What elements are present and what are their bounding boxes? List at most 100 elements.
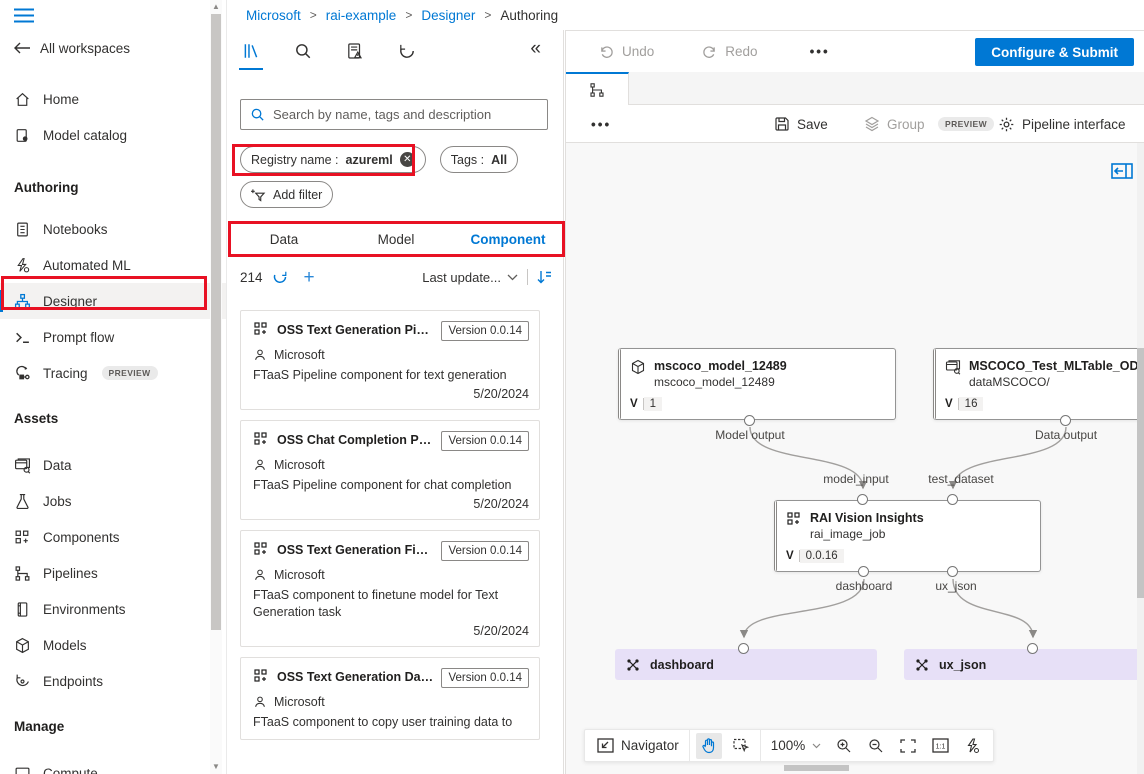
zoom-out-icon[interactable] [863, 733, 889, 759]
search-input[interactable] [273, 107, 538, 122]
sidebar-scrollbar-thumb[interactable] [211, 14, 221, 630]
sidebar-item-pipelines[interactable]: Pipelines [0, 555, 226, 591]
fit-to-screen-icon[interactable] [895, 733, 921, 759]
node-mscoco-dataset[interactable]: MSCOCO_Test_MLTable_OD18 dataMSCOCO/ V16 [933, 348, 1144, 420]
sidebar-item-endpoints[interactable]: Endpoints [0, 663, 226, 699]
breadcrumb-separator: > [405, 8, 412, 22]
search-tab-icon[interactable] [290, 38, 316, 64]
all-workspaces-back[interactable]: All workspaces [0, 34, 226, 62]
dashboard-input-port[interactable] [738, 643, 749, 654]
tracing-preview-badge: PREVIEW [102, 366, 158, 380]
asset-library-tab-icon[interactable] [238, 38, 264, 64]
breadcrumb-microsoft[interactable]: Microsoft [246, 8, 301, 23]
jobs-icon [14, 493, 31, 510]
canvas-hscrollbar-thumb[interactable] [784, 765, 849, 771]
refresh-panel-icon[interactable] [394, 38, 420, 64]
version-chip[interactable]: Version 0.0.14 [441, 541, 529, 561]
chevron-down-icon[interactable] [507, 274, 518, 281]
sidebar-item-models[interactable]: Models [0, 627, 226, 663]
node-mscoco-model[interactable]: mscoco_model_12489 mscoco_model_12489 V1 [618, 348, 896, 420]
group-layers-icon [864, 116, 880, 132]
port-label-model-input: model_input [823, 472, 888, 486]
version-chip[interactable]: Version 0.0.14 [441, 668, 529, 688]
zoom-level-dropdown[interactable]: 100% [767, 738, 826, 753]
sidebar-item-data[interactable]: Data [0, 447, 226, 483]
sidebar-item-components[interactable]: Components [0, 519, 226, 555]
pipeline-interface-button[interactable]: Pipeline interface [998, 105, 1126, 143]
person-icon [253, 348, 267, 362]
component-card[interactable]: OSS Chat Completion Pipeline Version 0.0… [240, 420, 540, 520]
auto-layout-icon[interactable] [959, 733, 985, 759]
scroll-up-icon[interactable]: ▲ [210, 0, 222, 14]
tab-model[interactable]: Model [340, 222, 452, 256]
configure-submit-button[interactable]: Configure & Submit [975, 38, 1134, 66]
rai-input-port-model[interactable] [857, 494, 868, 505]
graph-more-icon[interactable]: ••• [591, 105, 611, 143]
collapse-panel-icon[interactable]: « [530, 38, 541, 60]
filter-chip-registry[interactable]: Registry name :azureml ✕ [240, 146, 426, 173]
sidebar-item-designer[interactable]: Designer [0, 283, 226, 319]
rai-input-port-dataset[interactable] [947, 494, 958, 505]
breadcrumb: Microsoft > rai-example > Designer > Aut… [228, 0, 1144, 30]
sidebar-item-jobs[interactable]: Jobs [0, 483, 226, 519]
sort-order-icon[interactable] [537, 270, 552, 284]
filter-chip-tags[interactable]: Tags :All [440, 146, 518, 173]
sidebar-item-environments[interactable]: Environments [0, 591, 226, 627]
person-icon [253, 458, 267, 472]
node-rai-vision-insights[interactable]: RAI Vision Insights rai_image_job V0.0.1… [774, 500, 1041, 572]
notebooks-icon [14, 221, 31, 238]
sidebar-item-compute[interactable]: Compute [0, 755, 226, 774]
breadcrumb-designer[interactable]: Designer [421, 8, 475, 23]
sidebar-item-model-catalog[interactable]: Model catalog [0, 117, 226, 153]
pipeline-tab[interactable] [566, 72, 629, 105]
pipeline-tab-strip [566, 72, 1144, 105]
version-chip[interactable]: Version 0.0.14 [441, 431, 529, 451]
tab-component[interactable]: Component [452, 222, 564, 256]
uxjson-input-port[interactable] [1027, 643, 1038, 654]
add-component-icon[interactable]: + [304, 268, 315, 287]
canvas-vscrollbar-thumb[interactable] [1137, 348, 1144, 598]
scroll-down-icon[interactable]: ▼ [210, 760, 222, 774]
components-icon [14, 529, 31, 546]
sidebar-item-tracing[interactable]: Tracing PREVIEW [0, 355, 226, 391]
save-icon [774, 116, 790, 132]
more-commands-icon[interactable]: ••• [810, 44, 830, 59]
rai-output-port-dashboard[interactable] [858, 566, 869, 577]
output-node-dashboard[interactable]: dashboard [615, 649, 877, 680]
validation-tab-icon[interactable] [342, 38, 368, 64]
group-button[interactable]: Group [864, 105, 925, 143]
add-filter-button[interactable]: Add filter [240, 181, 333, 208]
undo-button[interactable]: Undo [599, 44, 654, 59]
component-card[interactable]: OSS Text Generation Pipeline Version 0.0… [240, 310, 540, 410]
version-chip[interactable]: Version 0.0.14 [441, 321, 529, 341]
redo-button[interactable]: Redo [702, 44, 757, 59]
hamburger-menu-icon[interactable] [0, 0, 226, 30]
navigator-button[interactable]: Navigator [593, 738, 683, 753]
actual-size-icon[interactable]: 1:1 [927, 733, 953, 759]
component-card[interactable]: OSS Text Generation Finetune Version 0.0… [240, 530, 540, 647]
save-button[interactable]: Save [774, 105, 828, 143]
sidebar-item-prompt-flow[interactable]: Prompt flow [0, 319, 226, 355]
pipeline-graph-viewport[interactable]: mscoco_model_12489 mscoco_model_12489 V1… [566, 143, 1144, 774]
rai-output-port-uxjson[interactable] [947, 566, 958, 577]
zoom-in-icon[interactable] [831, 733, 857, 759]
refresh-results-icon[interactable] [272, 269, 288, 285]
select-tool[interactable] [728, 733, 754, 759]
data-output-port[interactable] [1060, 415, 1071, 426]
component-card[interactable]: OSS Text Generation Data Im... Version 0… [240, 657, 540, 740]
sidebar-item-home[interactable]: Home [0, 81, 226, 117]
remove-filter-icon[interactable]: ✕ [400, 152, 415, 167]
sidebar-scrollbar[interactable]: ▲ ▼ [210, 0, 222, 774]
breadcrumb-workspace[interactable]: rai-example [326, 8, 397, 23]
tab-data[interactable]: Data [228, 222, 340, 256]
component-icon [253, 431, 269, 447]
output-node-ux-json[interactable]: ux_json [904, 649, 1144, 680]
sidebar-item-notebooks[interactable]: Notebooks [0, 211, 226, 247]
person-icon [253, 568, 267, 582]
asset-search[interactable] [240, 99, 548, 130]
open-right-panel-icon[interactable] [1111, 163, 1133, 179]
sidebar-item-automated-ml[interactable]: Automated ML [0, 247, 226, 283]
sort-dropdown[interactable]: Last update... [422, 270, 501, 285]
model-output-port[interactable] [744, 415, 755, 426]
pan-hand-tool[interactable] [696, 733, 722, 759]
